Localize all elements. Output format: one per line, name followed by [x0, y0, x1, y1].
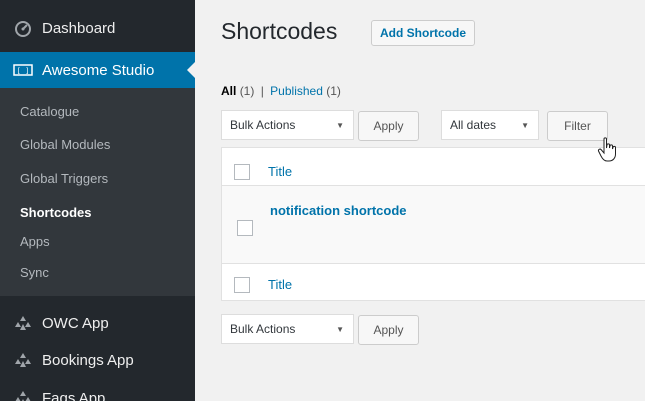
filter-separator: | — [260, 84, 264, 98]
filter-published-count: (1) — [326, 84, 341, 98]
select-all-checkbox-footer[interactable] — [234, 277, 250, 293]
bulk-actions-select-top[interactable]: Bulk Actions ▼ — [221, 110, 354, 140]
row-title-link[interactable]: notification shortcode — [270, 203, 407, 218]
submenu-item-sync[interactable]: Sync — [20, 265, 49, 280]
svg-text:[ ]: [ ] — [17, 67, 30, 75]
date-filter-select-value: All dates — [450, 118, 497, 132]
submenu-item-apps[interactable]: Apps — [20, 234, 50, 249]
chevron-down-icon: ▼ — [521, 120, 529, 130]
bulk-actions-select-top-value: Bulk Actions — [230, 118, 296, 132]
admin-sidebar: Dashboard [ ] Awesome Studio Catalogue G… — [0, 0, 195, 401]
submenu-item-catalogue[interactable]: Catalogue — [20, 104, 79, 119]
apply-button-top[interactable]: Apply — [358, 111, 419, 141]
dashboard-icon — [12, 19, 34, 37]
chevron-down-icon: ▼ — [336, 120, 344, 130]
filter-all-count: (1) — [239, 84, 255, 98]
date-filter-select[interactable]: All dates ▼ — [441, 110, 539, 140]
submenu-item-global-triggers[interactable]: Global Triggers — [20, 171, 108, 186]
apps-icon — [12, 390, 34, 401]
menu-awesome-studio-label: Awesome Studio — [42, 61, 155, 79]
submenu-item-shortcodes[interactable]: Shortcodes — [20, 205, 92, 220]
menu-dashboard-label: Dashboard — [42, 19, 116, 37]
add-shortcode-button[interactable]: Add Shortcode — [371, 20, 475, 46]
column-title-header[interactable]: Title — [268, 164, 292, 179]
apps-icon — [12, 315, 34, 331]
bulk-actions-select-bottom-value: Bulk Actions — [230, 322, 296, 336]
menu-faqs-app-label: Faqs App — [42, 389, 106, 401]
submenu: Catalogue Global Modules Global Triggers… — [0, 88, 195, 296]
table-row: notification shortcode — [222, 186, 645, 264]
select-all-checkbox[interactable] — [234, 164, 250, 180]
menu-awesome-studio[interactable]: [ ] Awesome Studio — [0, 52, 195, 88]
filter-all-link[interactable]: All — [221, 84, 236, 98]
shortcode-icon: [ ] — [12, 64, 34, 76]
bulk-actions-select-bottom[interactable]: Bulk Actions ▼ — [221, 314, 354, 344]
submenu-item-global-modules[interactable]: Global Modules — [20, 137, 110, 152]
row-checkbox[interactable] — [237, 220, 253, 236]
apps-icon — [12, 352, 34, 368]
table-footer-row: Title — [222, 263, 645, 301]
menu-bookings-app-label: Bookings App — [42, 351, 134, 369]
menu-owc-app[interactable]: OWC App — [0, 305, 195, 341]
chevron-down-icon: ▼ — [336, 324, 344, 334]
shortcodes-table: Title notification shortcode Title — [221, 147, 645, 301]
hand-cursor-icon — [597, 137, 619, 163]
apply-button-bottom[interactable]: Apply — [358, 315, 419, 345]
table-header-row: Title — [222, 148, 645, 186]
active-menu-arrow — [187, 62, 195, 78]
menu-dashboard[interactable]: Dashboard — [0, 10, 195, 46]
menu-owc-app-label: OWC App — [42, 314, 109, 332]
menu-faqs-app[interactable]: Faqs App — [0, 380, 195, 401]
filter-published-link[interactable]: Published — [270, 84, 323, 98]
status-filter-links: All (1) | Published (1) — [221, 84, 341, 98]
column-title-footer[interactable]: Title — [268, 277, 292, 292]
menu-bookings-app[interactable]: Bookings App — [0, 342, 195, 378]
page-title: Shortcodes — [221, 18, 338, 44]
